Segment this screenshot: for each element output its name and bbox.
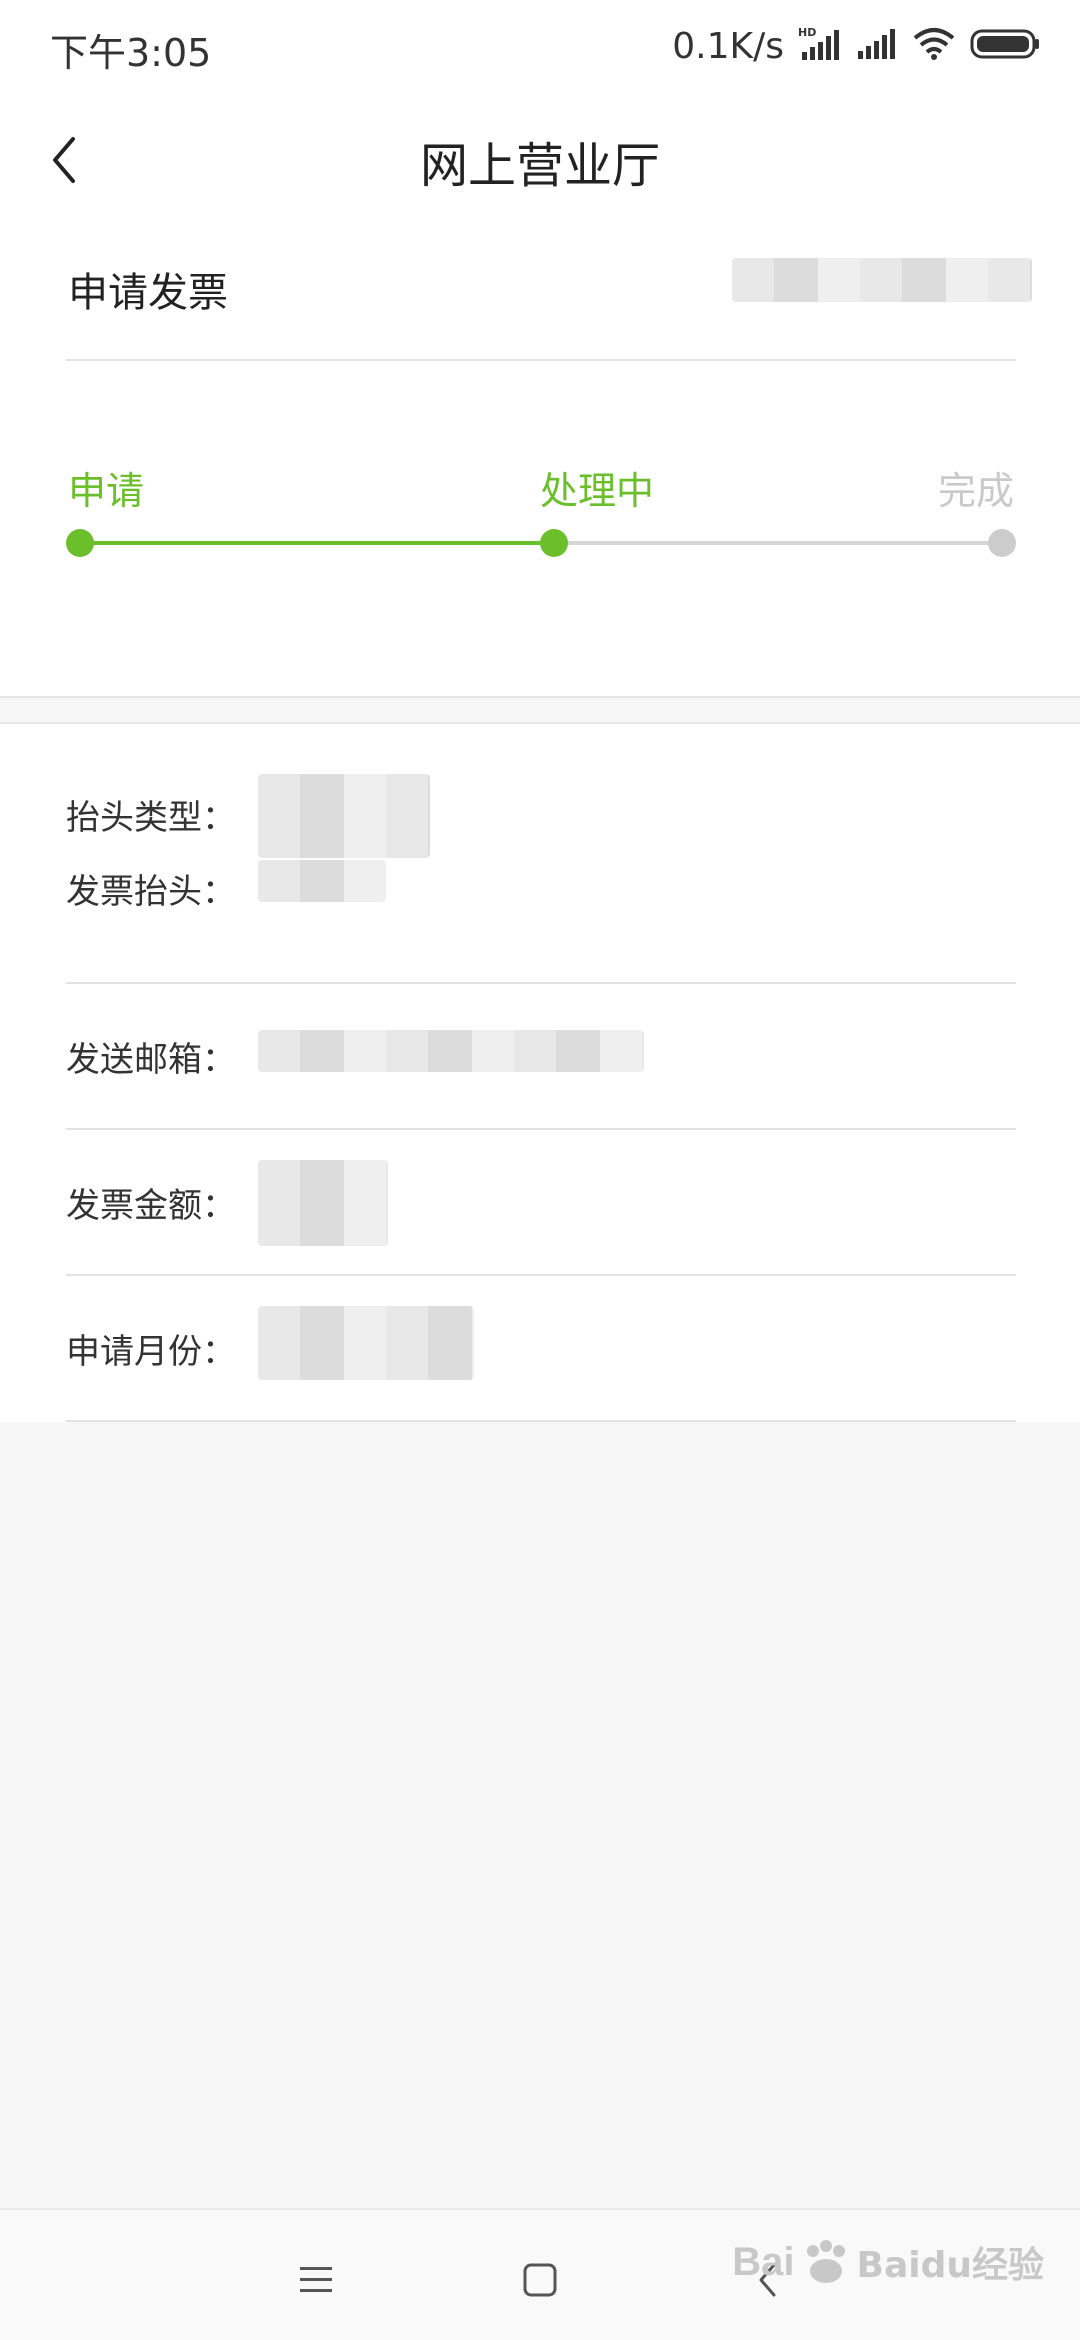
menu-icon — [300, 2267, 332, 2292]
month-label: 申请月份： — [66, 1332, 236, 1372]
redacted-value — [258, 860, 386, 902]
row-divider — [66, 1420, 1016, 1422]
invoice-title-label: 发票抬头： — [66, 872, 236, 912]
svg-text:HD: HD — [798, 26, 816, 39]
wifi-icon — [912, 26, 956, 66]
step-dot-apply — [66, 529, 94, 557]
title-type-label: 抬头类型： — [66, 798, 236, 838]
paw-icon — [801, 2239, 851, 2285]
watermark-text: Baidu经验 — [856, 2245, 1044, 2286]
step-label-apply: 申请 — [68, 469, 145, 513]
header: 网上营业厅 — [0, 92, 1080, 228]
card-title: 申请发票 — [68, 270, 228, 316]
email-label: 发送邮箱： — [66, 1040, 236, 1080]
battery-icon — [970, 28, 1040, 64]
baidu-watermark: Bai Baidu经验 — [732, 2236, 1044, 2288]
amount-label: 发票金额： — [66, 1186, 236, 1226]
row-divider — [66, 1274, 1016, 1276]
redacted-value — [258, 1030, 644, 1072]
divider — [66, 359, 1016, 361]
recent-apps-button[interactable] — [286, 2250, 346, 2310]
redacted-value — [258, 1160, 388, 1246]
signal-icon — [856, 27, 898, 65]
redacted-value — [258, 774, 430, 858]
progress-track-pending — [554, 541, 1002, 545]
step-dot-processing — [540, 529, 568, 557]
network-speed: 0.1K/s — [672, 25, 784, 67]
invoice-progress-card: 申请发票 申请 处理中 完成 — [0, 228, 1080, 698]
step-label-complete: 完成 — [938, 469, 1015, 513]
home-square-icon — [523, 2263, 557, 2297]
step-dot-complete — [988, 529, 1016, 557]
step-label-processing: 处理中 — [540, 469, 655, 513]
redacted-value — [258, 1306, 474, 1380]
status-indicators: 0.1K/s HD — [672, 22, 1040, 70]
row-divider — [66, 1128, 1016, 1130]
home-button[interactable] — [510, 2250, 570, 2310]
page-title: 网上营业厅 — [419, 138, 660, 194]
hd-signal-icon: HD — [798, 26, 842, 66]
status-bar: 下午3:05 0.1K/s HD — [0, 0, 1080, 92]
status-time: 下午3:05 — [50, 31, 212, 75]
progress-track-done — [80, 541, 554, 545]
row-divider — [66, 982, 1016, 984]
invoice-details-card: 抬头类型： 发票抬头： 发送邮箱： 发票金额： 申请月份： — [0, 724, 1080, 1422]
section-divider — [0, 696, 1080, 698]
system-nav-bar: Bai Baidu经验 — [0, 2208, 1080, 2340]
redacted-value — [732, 258, 1032, 302]
